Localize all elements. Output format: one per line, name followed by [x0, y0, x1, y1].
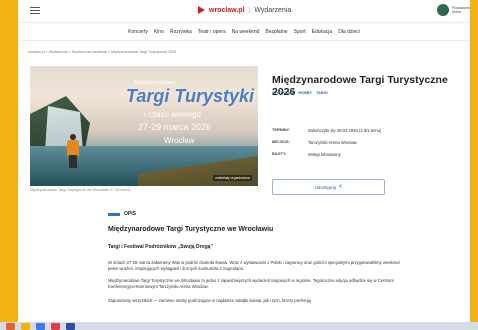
info-row-miejsce: MIEJSCE: Tarczyński Arena Wrocław — [272, 140, 381, 145]
share-button[interactable]: Udostępnij < — [272, 179, 385, 195]
tag-targi[interactable]: TARGI — [316, 91, 328, 95]
nav-item-rozrywka[interactable]: Rozrywka — [170, 29, 192, 35]
share-label: Udostępnij — [314, 184, 336, 190]
hero-title: Targi Turystyki — [126, 86, 255, 106]
event-tags: SPOTKANIA HOBBY TARGI — [272, 91, 328, 95]
user-menu[interactable]: Powiadomienia dobre — [437, 4, 470, 16]
category-nav: Koncerty Kino Rozrywka Teatr i opera Na … — [18, 23, 470, 41]
app-icon[interactable] — [51, 322, 60, 330]
site-header: wroclaw.pl | Wydarzenia Powiadomienia do… — [18, 0, 470, 23]
info-value: Wstęp biletowany — [308, 152, 341, 157]
nav-item-na-weekend[interactable]: Na weekend — [232, 29, 260, 35]
avatar — [437, 4, 449, 16]
hero-caption: Międzynarodowe Targi Turystyczne we Wroc… — [30, 188, 131, 192]
description-paragraph: Zapraszamy wszystkich — zarówno osoby po… — [108, 298, 311, 303]
taskbar — [0, 322, 478, 330]
tag-hobby[interactable]: HOBBY — [298, 91, 312, 95]
hero-city: Wrocław — [164, 136, 195, 145]
brand-name: wroclaw.pl — [209, 6, 245, 14]
description-heading: Międzynarodowe Targi Turystyczne we Wroc… — [108, 226, 274, 233]
event-hero-image: Międzynarodowe Targi Turystyki i czasu w… — [30, 66, 258, 186]
person-body — [67, 140, 79, 156]
nav-item-kino[interactable]: Kino — [154, 29, 164, 35]
info-value[interactable]: Tarczyński Arena Wrocław — [308, 140, 357, 145]
event-info: TERMINY: Zakończyło się 29.03.2026 (2 dn… — [272, 128, 381, 164]
info-key: BILETY: — [272, 152, 287, 156]
description-paragraph: Międzynarodowe Targi Turystyczne we Wroc… — [108, 278, 394, 289]
nav-item-dla-dzieci[interactable]: Dla dzieci — [338, 29, 360, 35]
hero-subtitle: i czasu wolnego — [144, 110, 201, 119]
description-section-header: OPIS — [108, 211, 136, 217]
nav-item-koncerty[interactable]: Koncerty — [128, 29, 148, 35]
browser-icon[interactable] — [36, 322, 45, 330]
nav-item-teatr-i-opera[interactable]: Teatr i opera — [198, 29, 226, 35]
description-paragraph: W dniach 27-29 marca zabieramy Was w pod… — [108, 260, 400, 271]
share-icon: < — [338, 184, 343, 190]
site-brand[interactable]: wroclaw.pl | Wydarzenia — [198, 6, 291, 14]
hero-source-badge: materiały organizatora — [213, 175, 252, 181]
nav-item-bezplatne[interactable]: Bezpłatne — [265, 29, 287, 35]
info-row-bilety: BILETY: Wstęp biletowany — [272, 152, 381, 157]
info-row-terminy: TERMINY: Zakończyło się 29.03.2026 (2 dn… — [272, 128, 381, 133]
section-label: OPIS — [124, 211, 136, 217]
app-icon[interactable] — [66, 322, 75, 330]
menu-icon[interactable] — [30, 7, 40, 16]
section-accent-bar — [108, 212, 120, 216]
hero-dates: 27-29 marca 2026 — [138, 122, 212, 132]
nav-item-edukacja[interactable]: Edukacja — [312, 29, 333, 35]
hero-person — [66, 134, 80, 168]
breadcrumb[interactable]: wroclaw.pl > Wydarzenia > Wydarzenia han… — [28, 50, 176, 54]
description-subheading: Targi i Festiwal Podróżników „Swoją Drog… — [108, 244, 213, 250]
info-key: MIEJSCE: — [272, 140, 290, 144]
info-key: TERMINY: — [272, 128, 291, 132]
browser-viewport: wroclaw.pl | Wydarzenia Powiadomienia do… — [18, 0, 470, 330]
info-value: Zakończyło się 29.03.2026 (2 dni temu) — [308, 128, 382, 133]
app-icon[interactable] — [6, 322, 15, 330]
person-legs — [69, 155, 77, 168]
folder-icon[interactable] — [21, 322, 30, 330]
tag-spotkania[interactable]: SPOTKANIA — [272, 91, 294, 95]
brand-logo-icon — [198, 6, 205, 14]
user-text: Powiadomienia dobre — [452, 6, 470, 14]
brand-section: Wydarzenia — [254, 6, 292, 14]
brand-separator: | — [248, 6, 251, 14]
nav-item-sport[interactable]: Sport — [294, 29, 306, 35]
